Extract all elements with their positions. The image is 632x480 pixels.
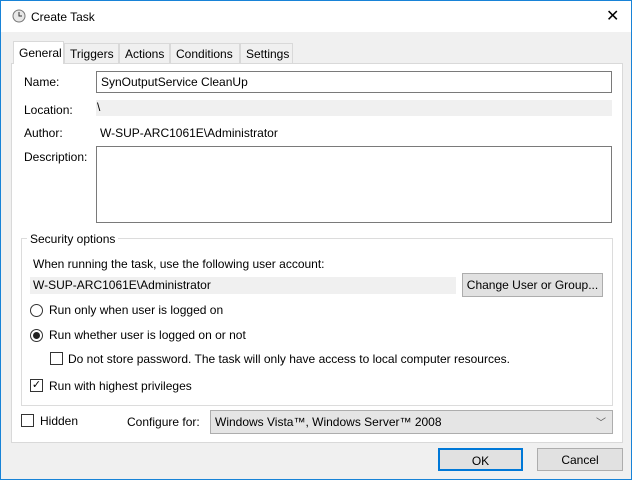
ok-button[interactable]: OK — [438, 448, 523, 471]
tab-conditions[interactable]: Conditions — [170, 43, 240, 63]
radio-run-whether-label[interactable]: Run whether user is logged on or not — [49, 328, 246, 342]
tab-settings[interactable]: Settings — [240, 43, 293, 63]
highest-privileges-label[interactable]: Run with highest privileges — [49, 379, 192, 393]
radio-run-logged-on[interactable] — [30, 304, 43, 317]
no-store-password-label[interactable]: Do not store password. The task will onl… — [68, 352, 510, 366]
window-title: Create Task — [31, 10, 95, 24]
name-label: Name: — [24, 75, 60, 89]
account-prompt: When running the task, use the following… — [33, 257, 325, 271]
title-bar: Create Task ✕ — [1, 1, 631, 32]
configure-for-label: Configure for: — [127, 415, 200, 429]
author-value: W-SUP-ARC1061E\Administrator — [100, 126, 278, 140]
author-label: Author: — [24, 126, 63, 140]
close-button[interactable]: ✕ — [606, 6, 619, 26]
name-input[interactable]: SynOutputService CleanUp — [96, 71, 612, 93]
chevron-down-icon: ﹀ — [596, 418, 606, 429]
tab-triggers[interactable]: Triggers — [64, 43, 119, 63]
highest-privileges-checkbox[interactable]: ✓ — [30, 379, 43, 392]
radio-run-logged-on-label[interactable]: Run only when user is logged on — [49, 303, 223, 317]
create-task-dialog: Create Task ✕ General Triggers Actions C… — [0, 0, 632, 480]
hidden-checkbox[interactable] — [21, 414, 34, 427]
configure-for-value: Windows Vista™, Windows Server™ 2008 — [215, 415, 442, 429]
user-account-value: W-SUP-ARC1061E\Administrator — [30, 277, 456, 294]
clock-icon — [12, 9, 26, 23]
location-value: \ — [96, 100, 612, 116]
security-options-legend: Security options — [27, 232, 119, 246]
radio-run-whether[interactable] — [30, 329, 43, 342]
hidden-label[interactable]: Hidden — [40, 414, 78, 428]
cancel-button[interactable]: Cancel — [537, 448, 623, 471]
change-user-button[interactable]: Change User or Group... — [462, 273, 603, 297]
description-label: Description: — [24, 150, 88, 164]
tab-general[interactable]: General — [13, 41, 64, 64]
tab-actions[interactable]: Actions — [119, 43, 170, 63]
location-label: Location: — [24, 103, 73, 117]
configure-for-select[interactable]: Windows Vista™, Windows Server™ 2008 ﹀ — [210, 410, 613, 434]
description-input[interactable] — [96, 146, 612, 223]
no-store-password-checkbox[interactable] — [50, 352, 63, 365]
